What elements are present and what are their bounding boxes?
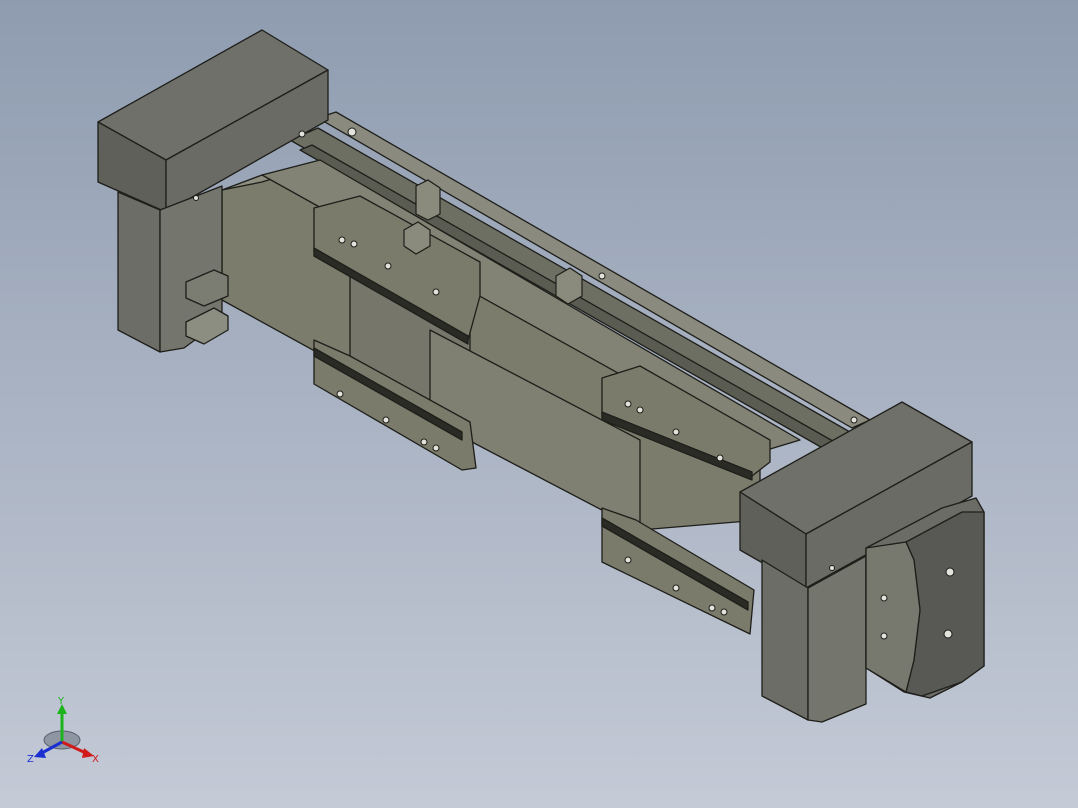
x-axis-label: X bbox=[92, 754, 99, 765]
mount-hole bbox=[624, 556, 632, 564]
graphics-viewport[interactable]: Y X Z bbox=[0, 0, 1078, 808]
mount-hole bbox=[880, 594, 888, 602]
rail-bracket bbox=[555, 267, 583, 305]
mount-hole bbox=[193, 195, 199, 201]
mount-hole bbox=[720, 608, 728, 616]
mount-hole bbox=[945, 567, 955, 577]
mount-hole bbox=[672, 584, 680, 592]
mount-hole bbox=[943, 629, 953, 639]
mount-hole bbox=[382, 416, 390, 424]
mount-hole bbox=[384, 262, 392, 270]
mount-hole bbox=[432, 444, 440, 452]
mount-hole bbox=[716, 454, 724, 462]
linear-module-3d-model[interactable] bbox=[0, 0, 1078, 808]
mount-hole bbox=[432, 288, 440, 296]
mount-hole bbox=[880, 632, 888, 640]
coordinate-triad: Y X Z bbox=[27, 696, 99, 765]
mount-hole bbox=[672, 428, 680, 436]
mount-hole bbox=[829, 565, 835, 571]
mount-hole bbox=[338, 236, 346, 244]
left-end-body bbox=[117, 191, 161, 353]
mount-hole bbox=[708, 604, 716, 612]
mount-hole bbox=[350, 240, 358, 248]
mount-hole bbox=[636, 406, 644, 414]
y-axis-label: Y bbox=[57, 696, 65, 707]
mount-hole bbox=[624, 400, 632, 408]
z-axis-label: Z bbox=[27, 754, 34, 765]
motor-flange-edge bbox=[865, 541, 921, 693]
mount-hole bbox=[420, 438, 428, 446]
mount-hole bbox=[598, 272, 606, 280]
mount-hole bbox=[850, 416, 858, 424]
mount-hole bbox=[298, 130, 306, 138]
right-end-body bbox=[761, 559, 809, 721]
mount-hole bbox=[336, 390, 344, 398]
mount-hole bbox=[347, 127, 357, 137]
rail-bracket bbox=[415, 179, 441, 221]
